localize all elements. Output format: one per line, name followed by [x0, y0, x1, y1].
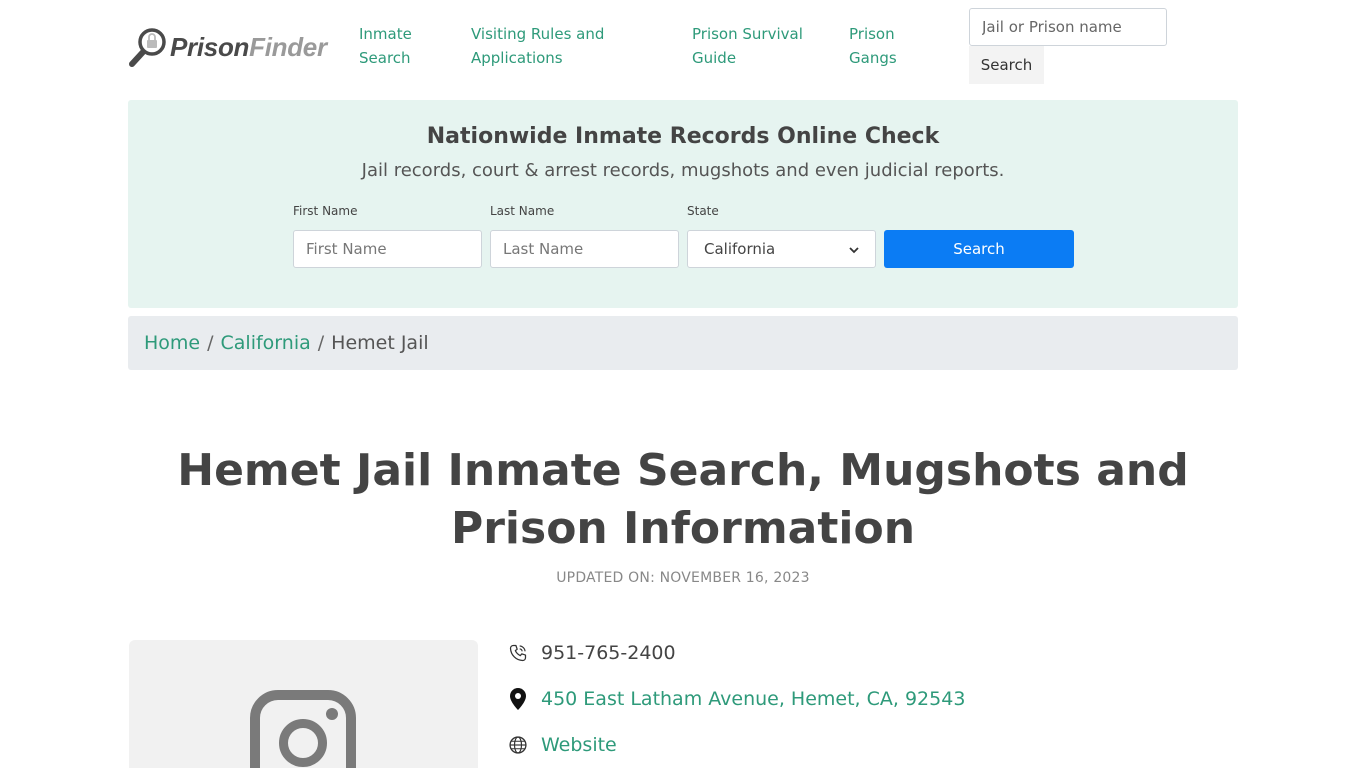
- breadcrumb: Home / California / Hemet Jail: [128, 316, 1238, 370]
- logo-wordmark: PrisonFinder: [170, 31, 327, 62]
- magnifier-lock-logo-icon: [128, 26, 168, 68]
- nav-prison-survival-guide[interactable]: Prison Survival Guide: [692, 22, 803, 70]
- breadcrumb-state[interactable]: California: [221, 332, 311, 354]
- state-selected-value: California: [704, 240, 776, 258]
- phone-number: 951-765-2400: [541, 642, 676, 664]
- website-row: Website: [508, 734, 617, 756]
- globe-icon: [508, 734, 528, 756]
- updated-date: UPDATED ON: NOVEMBER 16, 2023: [556, 570, 810, 586]
- first-name-input[interactable]: [293, 230, 482, 268]
- first-name-label: First Name: [293, 204, 358, 218]
- facility-photo-placeholder: [129, 640, 478, 768]
- website-link[interactable]: Website: [541, 734, 617, 756]
- map-pin-icon: [508, 688, 528, 710]
- state-label: State: [687, 204, 719, 218]
- breadcrumb-current: Hemet Jail: [331, 332, 429, 354]
- breadcrumb-separator: /: [317, 332, 325, 354]
- header-search-button[interactable]: Search: [969, 46, 1044, 84]
- breadcrumb-separator: /: [207, 332, 214, 354]
- phone-icon: [508, 642, 528, 664]
- instagram-icon: [250, 690, 356, 768]
- state-select[interactable]: California: [687, 230, 876, 268]
- site-logo[interactable]: PrisonFinder: [128, 26, 327, 68]
- nav-prison-gangs[interactable]: Prison Gangs: [849, 22, 897, 70]
- site-header: PrisonFinder Inmate Search Visiting Rule…: [128, 0, 1238, 100]
- inmate-records-banner: Nationwide Inmate Records Online Check J…: [128, 100, 1238, 308]
- breadcrumb-home[interactable]: Home: [144, 332, 200, 354]
- banner-subtitle: Jail records, court & arrest records, mu…: [361, 160, 1005, 181]
- last-name-label: Last Name: [490, 204, 555, 218]
- address-row: 450 East Latham Avenue, Hemet, CA, 92543: [508, 688, 965, 710]
- phone-row: 951-765-2400: [508, 642, 676, 664]
- page-title: Hemet Jail Inmate Search, Mugshots and P…: [177, 445, 1189, 554]
- chevron-down-icon: [849, 240, 859, 258]
- address-link[interactable]: 450 East Latham Avenue, Hemet, CA, 92543: [541, 688, 965, 710]
- banner-title: Nationwide Inmate Records Online Check: [426, 124, 940, 149]
- last-name-input[interactable]: [490, 230, 679, 268]
- inmate-search-button[interactable]: Search: [884, 230, 1074, 268]
- prison-name-search-input[interactable]: [969, 8, 1167, 46]
- nav-inmate-search[interactable]: Inmate Search: [359, 22, 412, 70]
- nav-visiting-rules[interactable]: Visiting Rules and Applications: [471, 22, 604, 70]
